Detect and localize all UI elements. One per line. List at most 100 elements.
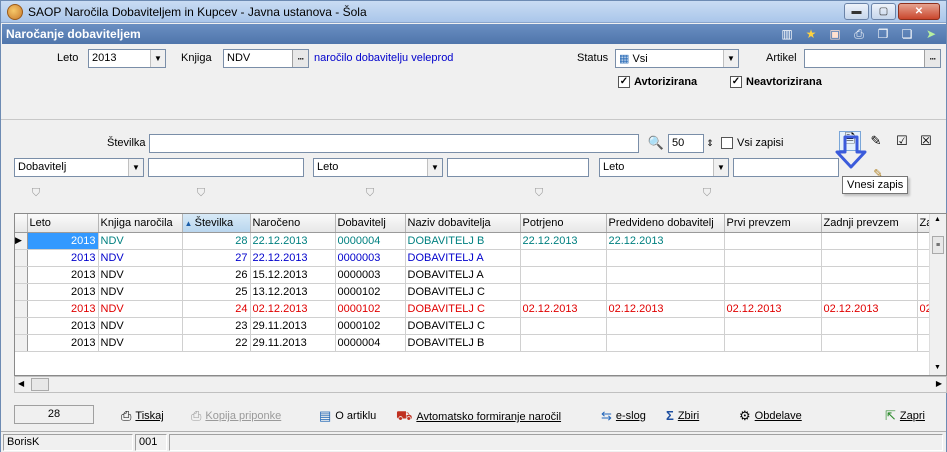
cell-dobavitelj[interactable]: 0000003: [335, 249, 406, 267]
column-header-naroceno[interactable]: Naročeno: [250, 214, 336, 233]
table-row[interactable]: 2013 NDV 23 29.11.2013 0000102 DOBAVITELJ C: [15, 317, 941, 335]
spinner-icon[interactable]: ⇕: [703, 133, 717, 153]
cell-stevilka[interactable]: 27: [182, 249, 251, 267]
knjiga-input[interactable]: NDV ···: [223, 49, 309, 68]
view-record-icon[interactable]: ☑: [891, 131, 913, 151]
cell-prvi[interactable]: [724, 317, 822, 335]
cell-zadnji[interactable]: 02.12.2013: [821, 300, 918, 318]
print-button[interactable]: ⎙ Tiskaj: [121, 408, 164, 424]
column-header-stevilka[interactable]: ▲ Številka: [182, 214, 251, 233]
chevron-down-icon[interactable]: ▼: [713, 159, 728, 176]
cell-zadnji[interactable]: [821, 249, 918, 267]
scroll-left-icon[interactable]: ◀: [18, 379, 24, 388]
column-header-knjiga[interactable]: Knjiga naročila: [98, 214, 183, 233]
cell-stevilka[interactable]: 24: [182, 300, 251, 318]
filter-icon[interactable]: ⛉: [363, 186, 377, 200]
cell-knjiga[interactable]: NDV: [98, 283, 183, 301]
row-indicator[interactable]: [15, 249, 28, 267]
close-window-button[interactable]: ⇱ Zapri: [885, 408, 925, 424]
scroll-thumb[interactable]: ≡: [932, 236, 944, 254]
cell-naziv[interactable]: DOBAVITELJ B: [405, 232, 521, 250]
cell-dobavitelj[interactable]: 0000003: [335, 266, 406, 284]
filter-icon[interactable]: ⛉: [700, 186, 714, 200]
filter-icon[interactable]: ⛉: [194, 186, 208, 200]
cell-dobavitelj[interactable]: 0000004: [335, 232, 406, 250]
filter-value-2[interactable]: [447, 158, 589, 177]
checkbox-box[interactable]: ✓: [730, 76, 742, 88]
row-indicator[interactable]: [15, 334, 28, 352]
cell-naziv[interactable]: DOBAVITELJ B: [405, 334, 521, 352]
cell-predvideno[interactable]: [606, 334, 725, 352]
cell-predvideno[interactable]: [606, 266, 725, 284]
cell-potrjeno[interactable]: 22.12.2013: [520, 232, 607, 250]
cell-leto[interactable]: 2013: [27, 266, 99, 284]
zbiri-button[interactable]: Σ Zbiri: [666, 408, 699, 423]
delete-record-icon[interactable]: ☒: [915, 131, 937, 151]
eslog-button[interactable]: ⇆ e-slog: [601, 408, 646, 424]
filter-field-3[interactable]: Leto ▼: [599, 158, 729, 177]
cell-dobavitelj[interactable]: 0000004: [335, 334, 406, 352]
filter-value-1[interactable]: [148, 158, 304, 177]
column-header-leto[interactable]: Leto: [27, 214, 99, 233]
cell-predvideno[interactable]: 22.12.2013: [606, 232, 725, 250]
cell-dobavitelj[interactable]: 0000102: [335, 300, 406, 318]
cell-stevilka[interactable]: 28: [182, 232, 251, 250]
cell-predvideno[interactable]: [606, 249, 725, 267]
count-input[interactable]: 50: [668, 134, 704, 153]
cell-knjiga[interactable]: NDV: [98, 300, 183, 318]
checkbox-box[interactable]: [721, 137, 733, 149]
cell-dobavitelj[interactable]: 0000102: [335, 317, 406, 335]
table-row[interactable]: 2013 NDV 22 29.11.2013 0000004 DOBAVITELJ B: [15, 334, 941, 352]
ellipsis-icon[interactable]: ···: [924, 50, 940, 67]
leto-select[interactable]: 2013 ▼: [88, 49, 166, 68]
cell-naroceno[interactable]: 22.12.2013: [250, 249, 336, 267]
maximize-button[interactable]: ▢: [871, 3, 896, 20]
about-item-button[interactable]: ▤ O artiklu: [319, 408, 376, 424]
cell-stevilka[interactable]: 26: [182, 266, 251, 284]
chevron-down-icon[interactable]: ▼: [427, 159, 442, 176]
cell-predvideno[interactable]: [606, 283, 725, 301]
filter-value-3[interactable]: [733, 158, 839, 177]
cell-prvi[interactable]: 02.12.2013: [724, 300, 822, 318]
filter-field-1[interactable]: Dobavitelj ▼: [14, 158, 144, 177]
cell-naziv[interactable]: DOBAVITELJ A: [405, 266, 521, 284]
cell-prvi[interactable]: [724, 283, 822, 301]
filter-icon[interactable]: ⛉: [29, 186, 43, 200]
cell-zadnji[interactable]: [821, 283, 918, 301]
cell-potrjeno[interactable]: [520, 334, 607, 352]
cell-potrjeno[interactable]: [520, 249, 607, 267]
cell-knjiga[interactable]: NDV: [98, 266, 183, 284]
row-indicator[interactable]: ▶: [15, 232, 28, 250]
table-row[interactable]: ▶ 2013 NDV 28 22.12.2013 0000004 DOBAVITELJ B2…: [15, 232, 941, 250]
table-row[interactable]: 2013 NDV 24 02.12.2013 0000102 DOBAVITELJ C 02…: [15, 300, 941, 318]
table-row[interactable]: 2013 NDV 25 13.12.2013 0000102 DOBAVITELJ C: [15, 283, 941, 301]
cell-naroceno[interactable]: 29.11.2013: [250, 317, 336, 335]
avtorizirana-checkbox[interactable]: ✓ Avtorizirana: [618, 76, 697, 88]
neavtorizirana-checkbox[interactable]: ✓ Neavtorizirana: [730, 76, 822, 88]
cell-leto[interactable]: 2013: [27, 334, 99, 352]
obdelave-button[interactable]: ⚙ Obdelave: [739, 408, 802, 424]
cell-zadnji[interactable]: [821, 232, 918, 250]
report-icon[interactable]: ▣: [826, 26, 844, 42]
column-header-dobavitelj[interactable]: Dobavitelj: [335, 214, 406, 233]
cell-zadnji[interactable]: [821, 334, 918, 352]
cell-prvi[interactable]: [724, 266, 822, 284]
search-icon[interactable]: 🔍: [645, 133, 667, 153]
cell-naziv[interactable]: DOBAVITELJ A: [405, 249, 521, 267]
column-header-prvi[interactable]: Prvi prevzem: [724, 214, 822, 233]
cell-leto[interactable]: 2013: [27, 232, 99, 250]
cell-stevilka[interactable]: 25: [182, 283, 251, 301]
chart-icon[interactable]: ▥: [778, 26, 796, 42]
row-indicator[interactable]: [15, 266, 28, 284]
column-header-potrjeno[interactable]: Potrjeno: [520, 214, 607, 233]
column-header-naziv[interactable]: Naziv dobavitelja: [405, 214, 521, 233]
exit-icon[interactable]: ➤: [922, 26, 940, 42]
row-indicator[interactable]: [15, 317, 28, 335]
star-icon[interactable]: ★: [802, 26, 820, 42]
row-indicator[interactable]: [15, 300, 28, 318]
chevron-down-icon[interactable]: ▼: [128, 159, 143, 176]
cell-leto[interactable]: 2013: [27, 249, 99, 267]
cell-potrjeno[interactable]: [520, 266, 607, 284]
paste-icon[interactable]: ❏: [898, 26, 916, 42]
table-row[interactable]: 2013 NDV 26 15.12.2013 0000003 DOBAVITELJ A: [15, 266, 941, 284]
